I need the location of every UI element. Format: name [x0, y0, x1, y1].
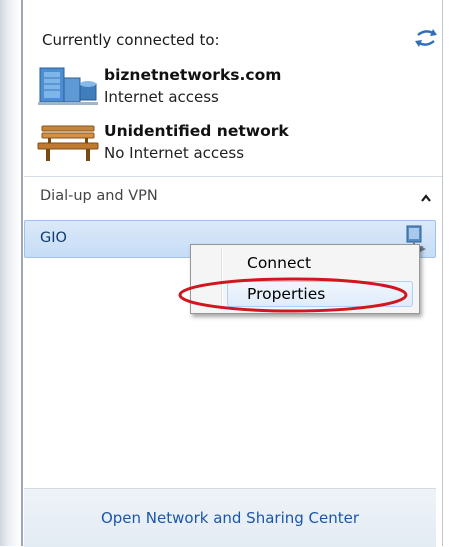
- refresh-icon[interactable]: [413, 27, 439, 49]
- window-edge: [0, 0, 20, 546]
- network-status: Internet access: [104, 88, 219, 106]
- context-menu: Connect Properties: [190, 244, 420, 314]
- network-building-icon: [38, 67, 98, 105]
- window-border-right: [442, 0, 443, 546]
- chevron-up-icon[interactable]: [420, 193, 432, 203]
- park-bench-icon: [37, 125, 99, 161]
- network-name: biznetnetworks.com: [104, 66, 282, 84]
- menu-item-properties[interactable]: Properties: [247, 285, 325, 303]
- open-network-sharing-center-link[interactable]: Open Network and Sharing Center: [24, 509, 436, 527]
- network-flyout: Currently connected to: biznetnetworks.c…: [0, 0, 449, 547]
- vpn-label: GIO: [40, 230, 67, 246]
- network-name: Unidentified network: [104, 122, 289, 140]
- menu-item-connect[interactable]: Connect: [247, 254, 311, 272]
- connected-header: Currently connected to:: [42, 31, 220, 49]
- footer: Open Network and Sharing Center: [24, 488, 436, 547]
- network-status: No Internet access: [104, 144, 245, 162]
- section-title-dialup-vpn: Dial-up and VPN: [40, 188, 158, 204]
- menu-gutter: [221, 248, 223, 310]
- section-divider: [24, 176, 442, 177]
- window-border: [21, 0, 23, 546]
